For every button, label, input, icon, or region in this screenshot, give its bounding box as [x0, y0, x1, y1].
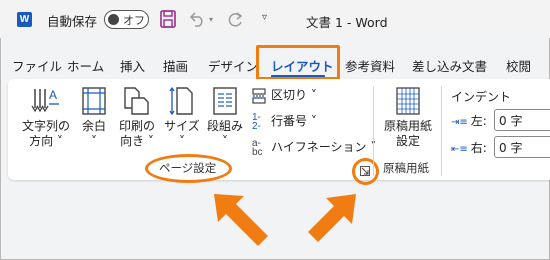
arrow-to-page-setup — [214, 194, 268, 246]
annotation-arrows — [214, 194, 356, 246]
arrow-to-dialog-launcher — [308, 194, 356, 242]
